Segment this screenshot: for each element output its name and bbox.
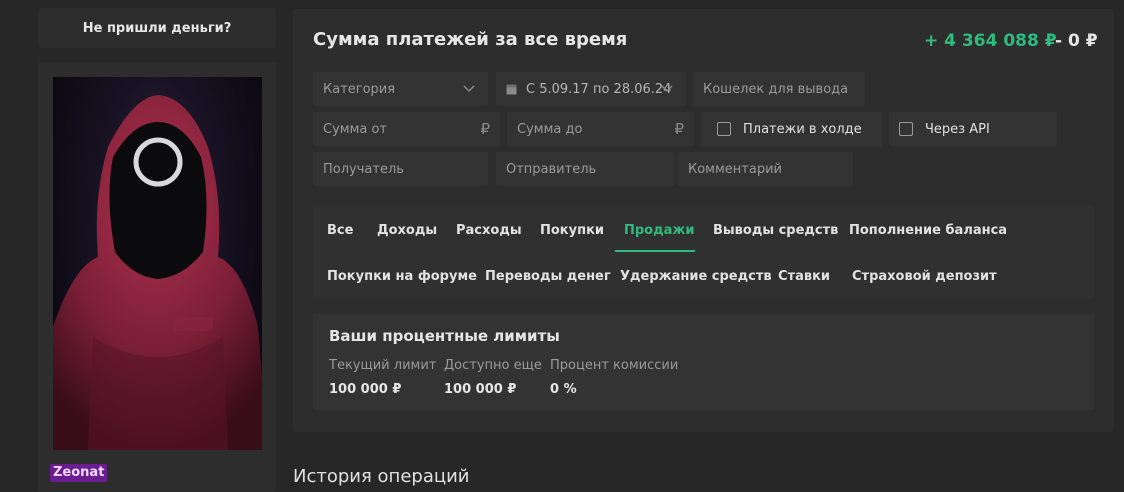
active-tab-indicator [615, 250, 695, 252]
tab-funds-hold[interactable]: Удержание средств [620, 269, 772, 284]
tab-sales[interactable]: Продажи [624, 223, 694, 238]
commission-value: 0 % [550, 382, 577, 397]
current-limit-value: 100 000 ₽ [329, 382, 402, 397]
hold-payments-checkbox[interactable]: Платежи в холде [701, 112, 882, 146]
tab-expenses[interactable]: Расходы [456, 223, 522, 238]
wallet-input[interactable] [693, 72, 865, 106]
income-total: + 4 364 088 ₽ [924, 31, 1057, 51]
date-range-label: С 5.09.17 по 28.06.24 [526, 81, 672, 97]
username[interactable]: Zeonat [50, 464, 108, 482]
commission-label: Процент комиссии [550, 358, 679, 373]
history-title: История операций [293, 466, 470, 487]
date-range-select[interactable]: С 5.09.17 по 28.06.24 [496, 72, 686, 106]
category-select[interactable]: Категория [313, 72, 488, 106]
amount-from-input[interactable]: ₽ [313, 112, 500, 146]
outcome-total: - 0 ₽ [1055, 31, 1098, 51]
tab-purchases[interactable]: Покупки [540, 223, 604, 238]
wallet-field[interactable] [703, 81, 865, 97]
tab-money-transfers[interactable]: Переводы денег [485, 269, 611, 284]
tab-income[interactable]: Доходы [377, 223, 437, 238]
tab-withdrawals[interactable]: Выводы средств [713, 223, 838, 238]
api-label: Через API [925, 121, 990, 137]
tab-forum-purchases[interactable]: Покупки на форуме [327, 269, 477, 284]
comment-input[interactable] [678, 152, 853, 186]
chevron-down-icon [661, 85, 673, 93]
amount-to-input[interactable]: ₽ [507, 112, 694, 146]
category-label: Категория [323, 81, 396, 97]
ruble-icon: ₽ [480, 120, 490, 138]
chevron-down-icon [463, 85, 475, 93]
avatar[interactable] [53, 77, 262, 450]
amount-to-field[interactable] [517, 121, 694, 137]
amount-from-field[interactable] [323, 121, 500, 137]
page-title: Сумма платежей за все время [313, 29, 628, 50]
missing-money-button[interactable]: Не пришли деньги? [38, 8, 276, 48]
available-label: Доступно еще [444, 358, 542, 373]
recipient-input[interactable] [313, 152, 488, 186]
limits-title: Ваши процентные лимиты [329, 327, 560, 345]
checkbox-icon[interactable] [717, 122, 731, 136]
tab-all[interactable]: Все [327, 223, 353, 238]
hooded-figure-image [53, 95, 262, 450]
available-value: 100 000 ₽ [444, 382, 517, 397]
current-limit-label: Текущий лимит [329, 358, 437, 373]
tab-bets[interactable]: Ставки [778, 269, 830, 284]
recipient-field[interactable] [323, 161, 488, 177]
hold-payments-label: Платежи в холде [743, 121, 862, 137]
calendar-icon [506, 84, 517, 95]
checkbox-icon[interactable] [899, 122, 913, 136]
sender-input[interactable] [496, 152, 674, 186]
ruble-icon: ₽ [674, 120, 684, 138]
tab-insurance-deposit[interactable]: Страховой депозит [852, 269, 997, 284]
sender-field[interactable] [506, 161, 674, 177]
tab-balance-topup[interactable]: Пополнение баланса [849, 223, 1007, 238]
api-checkbox[interactable]: Через API [889, 112, 1057, 146]
operation-type-tabs [313, 206, 1094, 298]
comment-field[interactable] [688, 161, 853, 177]
